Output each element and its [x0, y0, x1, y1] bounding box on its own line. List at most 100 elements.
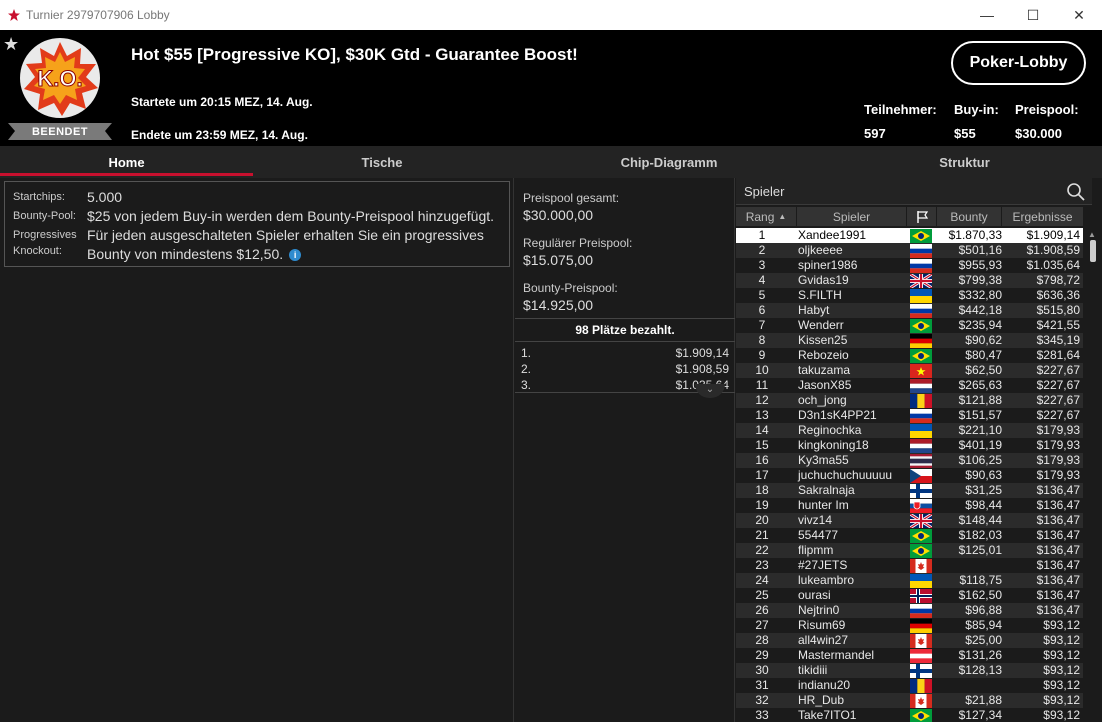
- info-icon[interactable]: i: [289, 249, 302, 261]
- expand-payouts-chevron-icon[interactable]: ⌄: [695, 384, 725, 398]
- country-flag-icon: [908, 258, 934, 273]
- poker-lobby-button[interactable]: Poker-Lobby: [951, 41, 1086, 85]
- table-row[interactable]: 20 vivz14 $148,44 $136,47: [736, 513, 1083, 528]
- table-row[interactable]: 12 och_jong $121,88 $227,67: [736, 393, 1083, 408]
- player-bounty: $21,88: [965, 693, 1002, 707]
- payout-place: 1.: [521, 346, 532, 360]
- flag-gb-icon: [910, 273, 932, 288]
- pko-value-line1: Für jeden ausgeschalteten Spieler erhalt…: [87, 227, 484, 243]
- player-rank: 18: [755, 483, 769, 497]
- players-scrollbar[interactable]: ▲: [1086, 228, 1100, 722]
- player-bounty: $265,63: [958, 378, 1002, 392]
- table-row[interactable]: 24 lukeambro $118,75 $136,47: [736, 573, 1083, 588]
- table-row[interactable]: 17 juchuchuchuuuuu $90,63 $179,93: [736, 468, 1083, 483]
- tab-structure[interactable]: Struktur: [827, 146, 1102, 178]
- column-flag[interactable]: [907, 207, 936, 226]
- table-row[interactable]: 31 indianu20 $93,12: [736, 678, 1083, 693]
- favorite-star-icon[interactable]: ★: [3, 34, 19, 55]
- player-result: $136,47: [1036, 513, 1080, 527]
- flag-nl-icon: [910, 378, 932, 393]
- country-flag-icon: [908, 363, 934, 378]
- table-row[interactable]: 7 Wenderr $235,94 $421,55: [736, 318, 1083, 333]
- table-row[interactable]: 10 takuzama $62,50 $227,67: [736, 363, 1083, 378]
- player-result: $515,80: [1036, 303, 1080, 317]
- table-row[interactable]: 14 Reginochka $221,10 $179,93: [736, 423, 1083, 438]
- country-flag-icon: [908, 303, 934, 318]
- table-row[interactable]: 26 Nejtrin0 $96,88 $136,47: [736, 603, 1083, 618]
- table-row[interactable]: 18 Sakralnaja $31,25 $136,47: [736, 483, 1083, 498]
- country-flag-icon: [908, 468, 934, 483]
- table-row[interactable]: 19 hunter Im $98,44 $136,47: [736, 498, 1083, 513]
- player-bounty: $121,88: [958, 393, 1002, 407]
- table-row[interactable]: 32 HR_Dub $21,88 $93,12: [736, 693, 1083, 708]
- player-rank: 1: [758, 228, 766, 242]
- table-row[interactable]: 21 554477 $182,03 $136,47: [736, 528, 1083, 543]
- player-result: $421,55: [1036, 318, 1080, 332]
- tab-tables[interactable]: Tische: [253, 146, 511, 178]
- table-row[interactable]: 27 Risum69 $85,94 $93,12: [736, 618, 1083, 633]
- player-name: Sakralnaja: [798, 483, 855, 497]
- table-row[interactable]: 22 flipmm $125,01 $136,47: [736, 543, 1083, 558]
- pko-label-line2: Knockout:: [13, 245, 62, 257]
- country-flag-icon: [908, 423, 934, 438]
- player-result: $227,67: [1036, 363, 1080, 377]
- table-row[interactable]: 4 Gvidas19 $799,38 $798,72: [736, 273, 1083, 288]
- maximize-button[interactable]: ☐: [1010, 0, 1056, 30]
- table-row[interactable]: 23 #27JETS $136,47: [736, 558, 1083, 573]
- tab-chip-chart[interactable]: Chip-Diagramm: [511, 146, 827, 178]
- player-name: Take7ITO1: [798, 708, 857, 722]
- table-row[interactable]: 5 S.FILTH $332,80 $636,36: [736, 288, 1083, 303]
- tab-home[interactable]: Home: [0, 146, 253, 178]
- prize-pool-panel: Preispool gesamt: $30.000,00 Regulärer P…: [515, 178, 735, 722]
- player-rank: 30: [755, 663, 769, 677]
- country-flag-icon: [908, 528, 934, 543]
- minimize-button[interactable]: —: [964, 0, 1010, 30]
- country-flag-icon: [908, 288, 934, 303]
- column-rank[interactable]: Rang ▲: [736, 207, 796, 226]
- table-row[interactable]: 13 D3n1sK4PP21 $151,57 $227,67: [736, 408, 1083, 423]
- column-bounty[interactable]: Bounty: [937, 207, 1001, 226]
- flag-fi-icon: [910, 483, 932, 498]
- player-rank: 25: [755, 588, 769, 602]
- table-row[interactable]: 11 JasonX85 $265,63 $227,67: [736, 378, 1083, 393]
- country-flag-icon: [908, 648, 934, 663]
- table-row[interactable]: 9 Rebozeio $80,47 $281,64: [736, 348, 1083, 363]
- table-row[interactable]: 15 kingkoning18 $401,19 $179,93: [736, 438, 1083, 453]
- table-row[interactable]: 30 tikidiii $128,13 $93,12: [736, 663, 1083, 678]
- close-button[interactable]: ✕: [1056, 0, 1102, 30]
- table-row[interactable]: 25 ourasi $162,50 $136,47: [736, 588, 1083, 603]
- table-row[interactable]: 8 Kissen25 $90,62 $345,19: [736, 333, 1083, 348]
- search-icon[interactable]: [1066, 182, 1086, 202]
- player-name: Nejtrin0: [798, 603, 840, 617]
- player-name: Rebozeio: [798, 348, 849, 362]
- country-flag-icon: [908, 438, 934, 453]
- player-name: HR_Dub: [798, 693, 845, 707]
- country-flag-icon: [908, 408, 934, 423]
- player-search-bar[interactable]: Spieler: [736, 178, 1092, 205]
- player-name: takuzama: [798, 363, 851, 377]
- scroll-up-arrow-icon[interactable]: ▲: [1088, 230, 1096, 239]
- column-player[interactable]: Spieler: [797, 207, 906, 226]
- table-row[interactable]: 2 oljkeeee $501,16 $1.908,59: [736, 243, 1083, 258]
- table-row[interactable]: 29 Mastermandel $131,26 $93,12: [736, 648, 1083, 663]
- player-result: $281,64: [1036, 348, 1080, 362]
- column-results[interactable]: Ergebnisse: [1002, 207, 1083, 226]
- tournament-title: Hot $55 [Progressive KO], $30K Gtd - Gua…: [131, 45, 578, 64]
- player-name: Reginochka: [798, 423, 862, 437]
- player-result: $136,47: [1036, 573, 1080, 587]
- table-row[interactable]: 16 Ky3ma55 $106,25 $179,93: [736, 453, 1083, 468]
- table-row[interactable]: 3 spiner1986 $955,93 $1.035,64: [736, 258, 1083, 273]
- country-flag-icon: [908, 453, 934, 468]
- flag-br-icon: [910, 543, 932, 558]
- country-flag-icon: [908, 228, 934, 243]
- player-bounty: $955,93: [958, 258, 1002, 272]
- flag-ca-icon: [910, 693, 932, 708]
- table-row[interactable]: 1 Xandee1991 $1.870,33 $1.909,14: [736, 228, 1083, 243]
- table-row[interactable]: 6 Habyt $442,18 $515,80: [736, 303, 1083, 318]
- player-rank: 21: [755, 528, 769, 542]
- player-bounty: $162,50: [958, 588, 1002, 602]
- table-row[interactable]: 28 all4win27 $25,00 $93,12: [736, 633, 1083, 648]
- table-row[interactable]: 33 Take7ITO1 $127,34 $93,12: [736, 708, 1083, 722]
- player-result: $136,47: [1036, 528, 1080, 542]
- scroll-thumb[interactable]: [1090, 240, 1096, 262]
